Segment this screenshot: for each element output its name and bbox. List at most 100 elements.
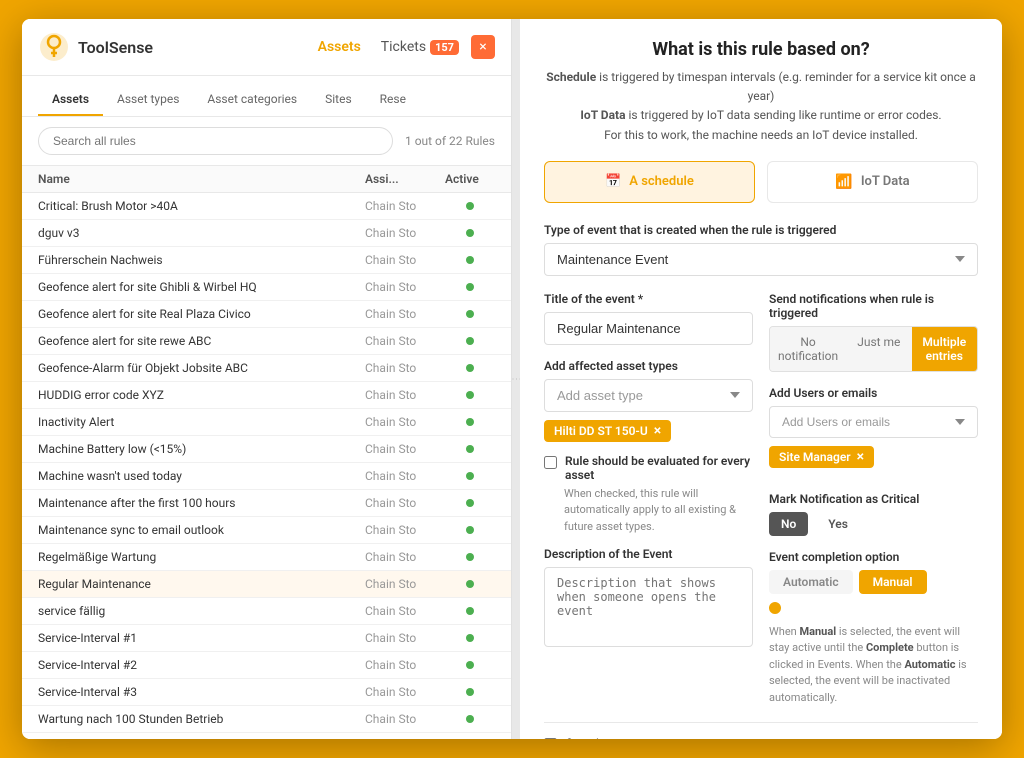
asset-tag-hilti: Hilti DD ST 150-U × [544, 420, 671, 442]
app-name: ToolSense [78, 38, 318, 57]
user-tags: Site Manager × [769, 446, 978, 480]
subnav-rese[interactable]: Rese [366, 84, 420, 116]
rule-name: Geofence-Alarm für Objekt Jobsite ABC [38, 361, 365, 375]
rule-row[interactable]: Machine Battery low (<15%) Chain Sto [22, 436, 511, 463]
notif-btn-just-me[interactable]: Just me [846, 327, 911, 371]
col-left: Title of the event * Add affected asset … [544, 292, 753, 707]
rule-name: Inactivity Alert [38, 415, 365, 429]
rule-row[interactable]: Maintenance sync to email outlook Chain … [22, 517, 511, 544]
rule-row[interactable]: Inactivity Alert Chain Sto [22, 409, 511, 436]
completion-automatic-btn[interactable]: Automatic [769, 570, 853, 594]
rule-row[interactable]: Führerschein Nachweis Chain Sto [22, 247, 511, 274]
table-header: Name Assi... Active [22, 166, 511, 193]
active-dot [466, 283, 474, 291]
rule-active-indicator [445, 553, 495, 561]
site-tag-close[interactable]: × [857, 450, 864, 464]
rule-assi: Chain Sto [365, 388, 445, 402]
rule-row[interactable]: Service-Interval #3 Chain Sto [22, 679, 511, 706]
ticket-badge: 157 [430, 40, 459, 55]
rule-row[interactable]: service fällig Chain Sto [22, 598, 511, 625]
active-dot [466, 526, 474, 534]
completion-manual-btn[interactable]: Manual [859, 570, 927, 594]
asset-tag-close[interactable]: × [654, 424, 661, 438]
event-type-select[interactable]: Maintenance Event Inspection Event Repai… [544, 243, 978, 276]
active-dot [466, 715, 474, 723]
rule-row[interactable]: Geofence-Alarm für Objekt Jobsite ABC Ch… [22, 355, 511, 382]
sub-nav: Assets Asset types Asset categories Site… [22, 76, 511, 117]
rule-row[interactable]: dguv v3 Chain Sto [22, 220, 511, 247]
notif-btn-none[interactable]: No notification [770, 327, 846, 371]
active-dot [466, 553, 474, 561]
active-dot [466, 634, 474, 642]
event-type-label: Type of event that is created when the r… [544, 223, 978, 237]
title-label: Title of the event * [544, 292, 753, 306]
nav-tickets[interactable]: Tickets 157 [381, 39, 459, 55]
rule-row[interactable]: HUDDIG error code XYZ Chain Sto [22, 382, 511, 409]
rule-row[interactable]: Machine wasn't used today Chain Sto [22, 463, 511, 490]
rule-row[interactable]: Maintenance after the first 100 hours Ch… [22, 490, 511, 517]
rule-row[interactable]: Geofence alert for site Ghibli & Wirbel … [22, 274, 511, 301]
rule-name: Wartung nach 100 Stunden Betrieb [38, 712, 365, 726]
event-desc-textarea[interactable] [544, 567, 753, 647]
trigger-iot-btn[interactable]: 📶 IoT Data [767, 161, 978, 203]
rule-name: Service-Interval #3 [38, 685, 365, 699]
app-wrapper: ToolSense Assets Tickets 157 × Assets As… [22, 19, 1002, 739]
active-dot [466, 418, 474, 426]
onetime-checkbox[interactable] [544, 738, 557, 739]
active-dot [466, 229, 474, 237]
users-select[interactable]: Add Users or emails [769, 406, 978, 438]
trigger-schedule-btn[interactable]: 📅 A schedule [544, 161, 755, 203]
rule-row[interactable]: Service-Interval #1 Chain Sto [22, 625, 511, 652]
rule-assi: Chain Sto [365, 577, 445, 591]
search-bar-row: 1 out of 22 Rules [22, 117, 511, 166]
notif-btn-multiple[interactable]: Multiple entries [912, 327, 977, 371]
rule-assi: Chain Sto [365, 631, 445, 645]
nav-assets[interactable]: Assets [318, 39, 361, 55]
active-dot [466, 310, 474, 318]
rule-row[interactable]: Geofence alert for site rewe ABC Chain S… [22, 328, 511, 355]
rule-name: Geofence alert for site rewe ABC [38, 334, 365, 348]
rule-active-indicator [445, 229, 495, 237]
schedule-label: A schedule [629, 174, 694, 189]
rule-row[interactable]: Working hours alert for Asset #312aa Cha… [22, 733, 511, 739]
completion-radio[interactable] [769, 602, 781, 614]
logo-icon [38, 31, 70, 63]
users-label: Add Users or emails [769, 386, 978, 400]
every-asset-label: Rule should be evaluated for every asset [565, 454, 753, 482]
rule-row[interactable]: Service-Interval #2 Chain Sto [22, 652, 511, 679]
onetime-row: One-time event [544, 737, 978, 739]
rule-assi: Chain Sto [365, 415, 445, 429]
rule-name: Geofence alert for site Ghibli & Wirbel … [38, 280, 365, 294]
active-dot [466, 580, 474, 588]
rule-row[interactable]: Critical: Brush Motor >40A Chain Sto [22, 193, 511, 220]
completion-description: When Manual is selected, the event will … [769, 624, 978, 707]
subnav-sites[interactable]: Sites [311, 84, 366, 116]
rule-name: Führerschein Nachweis [38, 253, 365, 267]
close-button[interactable]: × [471, 35, 495, 59]
notification-buttons: No notification Just me Multiple entries [769, 326, 978, 372]
rule-row[interactable]: Regelmäßige Wartung Chain Sto [22, 544, 511, 571]
toggle-no-btn[interactable]: No [769, 512, 808, 536]
subnav-assets[interactable]: Assets [38, 84, 103, 116]
every-asset-checkbox[interactable] [544, 456, 557, 469]
rule-active-indicator [445, 202, 495, 210]
toggle-yes-btn[interactable]: Yes [816, 512, 860, 536]
rule-name: dguv v3 [38, 226, 365, 240]
active-dot [466, 391, 474, 399]
rule-name: Regular Maintenance [38, 577, 365, 591]
notif-label: Send notifications when rule is triggere… [769, 292, 978, 320]
rule-active-indicator [445, 499, 495, 507]
resize-handle[interactable]: ⋮ [512, 19, 520, 739]
col-right: Send notifications when rule is triggere… [769, 292, 978, 707]
asset-type-select[interactable]: Add asset type [544, 379, 753, 412]
search-input[interactable] [38, 127, 393, 155]
rule-assi: Chain Sto [365, 280, 445, 294]
trigger-buttons: 📅 A schedule 📶 IoT Data [544, 161, 978, 203]
subnav-asset-categories[interactable]: Asset categories [193, 84, 311, 116]
rule-row[interactable]: Regular Maintenance Chain Sto [22, 571, 511, 598]
title-input[interactable] [544, 312, 753, 345]
rule-row[interactable]: Wartung nach 100 Stunden Betrieb Chain S… [22, 706, 511, 733]
rule-row[interactable]: Geofence alert for site Real Plaza Civic… [22, 301, 511, 328]
rule-active-indicator [445, 634, 495, 642]
subnav-asset-types[interactable]: Asset types [103, 84, 193, 116]
